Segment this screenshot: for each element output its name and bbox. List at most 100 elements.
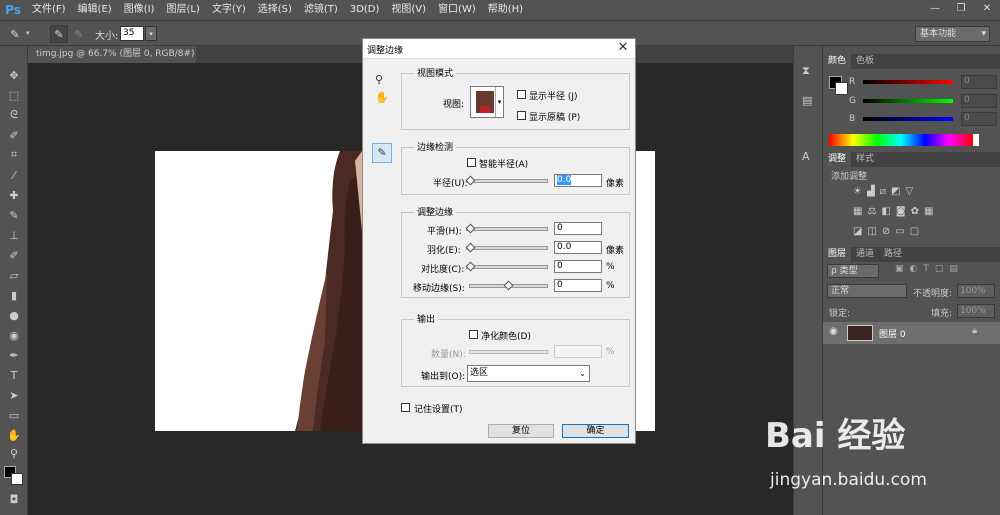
visibility-eye-icon[interactable]: ◉ <box>829 326 838 337</box>
tab-layers[interactable]: 图层 <box>823 247 852 262</box>
size-dropdown-icon[interactable]: ▾ <box>145 26 157 41</box>
marquee-tool-icon[interactable]: ⬚ <box>5 86 23 104</box>
threshold-icon[interactable]: ⊘ <box>882 226 890 237</box>
brush-tool-icon[interactable]: ✎ <box>5 206 23 224</box>
hue-sat-icon[interactable]: ▦ <box>853 206 862 217</box>
menu-view[interactable]: 视图(V) <box>385 0 432 20</box>
properties-panel-icon[interactable]: ▤ <box>802 94 812 107</box>
clone-stamp-tool-icon[interactable]: ⊥ <box>5 226 23 244</box>
workspace-select[interactable]: 基本功能 ▾ <box>915 26 990 42</box>
posterize-icon[interactable]: ◫ <box>867 226 876 237</box>
healing-brush-tool-icon[interactable]: ✚ <box>5 186 23 204</box>
black-white-icon[interactable]: ◧ <box>881 206 890 217</box>
color-ramp[interactable] <box>829 134 973 146</box>
menu-type[interactable]: 文字(Y) <box>206 0 252 20</box>
green-track[interactable] <box>863 99 953 103</box>
color-value-g[interactable]: 0 <box>961 94 997 108</box>
eraser-tool-icon[interactable]: ▱ <box>5 266 23 284</box>
minimize-button[interactable]: — <box>922 0 948 16</box>
color-lookup-icon[interactable]: ▦ <box>924 206 933 217</box>
menu-select[interactable]: 选择(S) <box>252 0 298 20</box>
color-value-b[interactable]: 0 <box>961 112 997 126</box>
shape-filter-icon[interactable]: ▢ <box>935 264 944 274</box>
eyedropper-tool-icon[interactable]: ⁄ <box>5 166 23 184</box>
tab-channels[interactable]: 通道 <box>851 247 879 262</box>
menu-edit[interactable]: 编辑(E) <box>72 0 118 20</box>
smooth-input[interactable]: 0 <box>554 222 602 235</box>
menu-3d[interactable]: 3D(D) <box>344 0 386 20</box>
history-panel-icon[interactable]: ⧗ <box>802 64 810 78</box>
smart-filter-icon[interactable]: ▤ <box>949 264 958 274</box>
curves-icon[interactable]: ⧄ <box>880 186 886 197</box>
color-ramp-white[interactable] <box>973 134 979 146</box>
channel-mixer-icon[interactable]: ✿ <box>911 206 919 217</box>
fill-input[interactable]: 100% <box>957 304 995 318</box>
dialog-close-button[interactable]: ✕ <box>615 40 631 56</box>
output-to-select[interactable]: 选区 ⌄ <box>467 365 590 382</box>
exposure-icon[interactable]: ◩ <box>891 186 900 197</box>
type-filter-icon[interactable]: T <box>923 264 929 274</box>
color-value-r[interactable]: 0 <box>961 75 997 89</box>
pen-tool-icon[interactable]: ✒ <box>5 346 23 364</box>
blur-tool-icon[interactable]: ● <box>5 306 23 324</box>
blend-mode-select[interactable]: 正常 <box>827 284 907 298</box>
tab-color[interactable]: 颜色 <box>823 54 852 69</box>
menu-image[interactable]: 图像(I) <box>118 0 161 20</box>
contrast-slider[interactable] <box>466 265 548 269</box>
menu-filter[interactable]: 滤镜(T) <box>298 0 344 20</box>
color-slider-r[interactable]: R0 <box>827 74 997 90</box>
color-slider-b[interactable]: B0 <box>827 111 997 127</box>
menu-file[interactable]: 文件(F) <box>26 0 72 20</box>
brush-preset-icon[interactable]: ✎ <box>6 25 24 43</box>
red-track[interactable] <box>863 80 953 84</box>
blue-track[interactable] <box>863 117 953 121</box>
feather-input[interactable]: 0.0 <box>554 241 602 254</box>
contrast-input[interactable]: 0 <box>554 260 602 273</box>
quick-select-tool-icon[interactable]: ✐ <box>5 126 23 144</box>
character-panel-icon[interactable]: A <box>802 150 810 163</box>
color-slider-g[interactable]: G0 <box>827 93 997 109</box>
tab-adjustments[interactable]: 调整 <box>823 152 852 167</box>
size-input[interactable]: 35 <box>120 26 144 41</box>
crop-tool-icon[interactable]: ⌗ <box>5 146 23 164</box>
brightness-icon[interactable]: ☀ <box>853 186 862 197</box>
smart-radius-checkbox[interactable] <box>467 158 476 167</box>
lasso-tool-icon[interactable]: ᘓ <box>5 106 23 124</box>
hand-tool-icon[interactable]: ✋ <box>375 91 389 104</box>
view-preview-select[interactable]: ▾ <box>470 86 504 118</box>
tab-swatches[interactable]: 色板 <box>851 54 879 69</box>
chevron-down-icon[interactable]: ▾ <box>495 87 503 117</box>
refine-radius-tool-icon[interactable]: ✎ <box>372 143 392 163</box>
gradient-map-icon[interactable]: ▭ <box>895 226 904 237</box>
history-brush-tool-icon[interactable]: ✐ <box>5 246 23 264</box>
quick-mask-icon[interactable]: ◘ <box>5 490 23 508</box>
selective-color-icon[interactable]: ▢ <box>910 226 919 237</box>
invert-icon[interactable]: ◪ <box>853 226 862 237</box>
feather-slider[interactable] <box>466 246 548 250</box>
levels-icon[interactable]: ▟ <box>867 186 875 197</box>
close-window-button[interactable]: ✕ <box>974 0 1000 16</box>
dodge-tool-icon[interactable]: ◉ <box>5 326 23 344</box>
zoom-tool-icon[interactable]: ⚲ <box>5 444 23 462</box>
color-balance-icon[interactable]: ⚖ <box>867 206 876 217</box>
show-radius-checkbox[interactable] <box>517 90 526 99</box>
menu-layer[interactable]: 图层(L) <box>160 0 205 20</box>
reset-button[interactable]: 复位 <box>488 424 554 438</box>
move-tool-icon[interactable]: ✥ <box>5 66 23 84</box>
gradient-tool-icon[interactable]: ▮ <box>5 286 23 304</box>
tab-styles[interactable]: 样式 <box>851 152 879 167</box>
restore-button[interactable]: ❐ <box>948 0 974 16</box>
decontaminate-checkbox[interactable] <box>469 330 478 339</box>
adjust-filter-icon[interactable]: ◐ <box>910 264 918 274</box>
tab-paths[interactable]: 路径 <box>879 247 907 262</box>
erase-refinements-tool-icon[interactable]: ✎ <box>70 25 88 43</box>
smooth-slider[interactable] <box>466 227 548 231</box>
chevron-down-icon[interactable]: ▾ <box>26 29 30 37</box>
zoom-tool-icon[interactable]: ⚲ <box>375 73 383 86</box>
shift-edge-input[interactable]: 0 <box>554 279 602 292</box>
path-selection-tool-icon[interactable]: ➤ <box>5 386 23 404</box>
refine-radius-tool-icon[interactable]: ✎ <box>50 25 68 43</box>
menu-help[interactable]: 帮助(H) <box>482 0 529 20</box>
vibrance-icon[interactable]: ▽ <box>906 186 914 197</box>
remember-settings-checkbox[interactable] <box>401 403 410 412</box>
